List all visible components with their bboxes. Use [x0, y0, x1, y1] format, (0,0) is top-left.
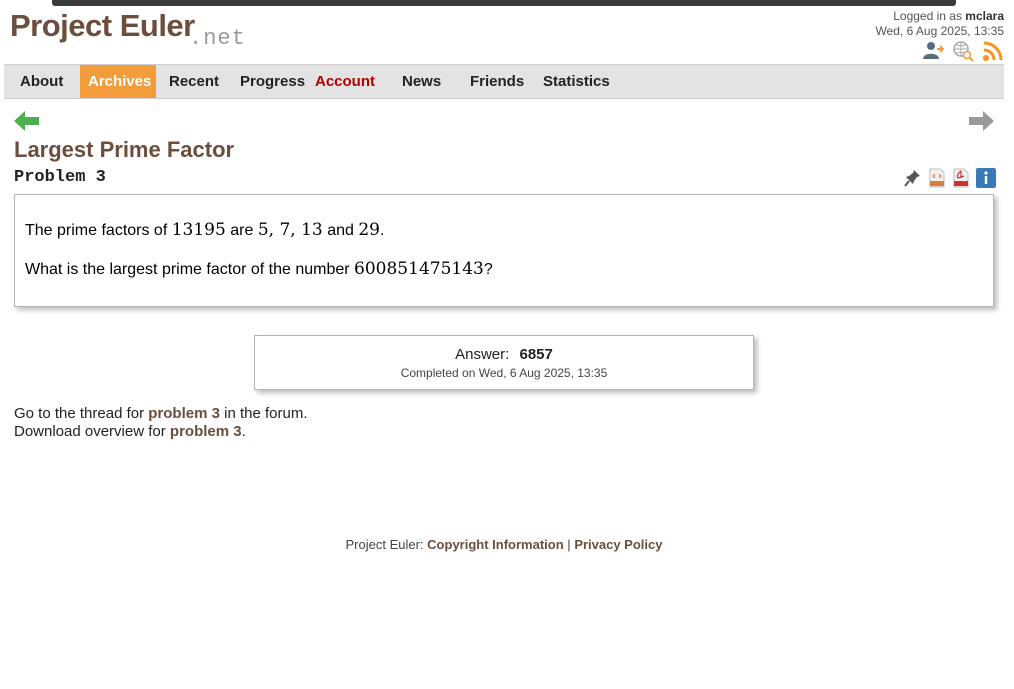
pdf-icon[interactable]	[952, 168, 970, 188]
p1-are: are	[230, 222, 254, 239]
globe-search-icon[interactable]	[952, 40, 974, 62]
nav-progress[interactable]: Progress	[240, 65, 305, 98]
footer-separator: |	[567, 537, 571, 552]
rss-icon[interactable]	[982, 40, 1004, 62]
top-icon-bar	[922, 40, 1004, 62]
previous-arrow-icon[interactable]	[14, 110, 40, 137]
forum-thread-link[interactable]: problem 3	[148, 405, 220, 422]
window-top-bar	[52, 0, 956, 6]
privacy-policy-link[interactable]: Privacy Policy	[574, 537, 662, 552]
footer-prefix: Project Euler:	[345, 537, 424, 552]
p1-last-factor: 29	[358, 220, 380, 240]
download-overview-line: Download overview for problem 3.	[14, 423, 307, 441]
download-overview-link[interactable]: problem 3	[170, 423, 242, 440]
site-logo-net[interactable]: .net	[189, 26, 246, 51]
username: mclara	[965, 9, 1004, 23]
nav-news[interactable]: News	[402, 65, 441, 98]
main-nav: About Archives Recent Progress Account N…	[4, 64, 1004, 99]
logged-in-label: Logged in as	[893, 9, 962, 23]
login-info: Logged in as mclara Wed, 6 Aug 2025, 13:…	[875, 9, 1004, 39]
html-icon[interactable]	[928, 168, 946, 188]
answer-box: Answer: 6857 Completed on Wed, 6 Aug 202…	[254, 335, 754, 390]
nav-about[interactable]: About	[20, 65, 63, 98]
pin-icon[interactable]	[904, 168, 922, 188]
problem-number: Problem 3	[14, 168, 106, 187]
p1-number: 13195	[171, 220, 226, 240]
download-suffix: .	[241, 423, 246, 440]
nav-statistics[interactable]: Statistics	[543, 65, 610, 98]
p1-prefix: The prime factors of	[25, 222, 168, 239]
download-prefix: Download overview for	[14, 423, 166, 440]
problem-paragraph-2: What is the largest prime factor of the …	[25, 258, 983, 281]
info-icon[interactable]	[976, 168, 996, 188]
thread-suffix: in the forum.	[224, 405, 308, 422]
nav-archives[interactable]: Archives	[80, 65, 156, 98]
add-friend-icon[interactable]	[922, 40, 945, 62]
next-arrow-icon[interactable]	[968, 110, 994, 137]
p2-prefix: What is the largest prime factor of the …	[25, 261, 350, 278]
nav-account[interactable]: Account	[315, 65, 375, 98]
problem-statement: The prime factors of 13195 are 5, 7, 13 …	[14, 194, 994, 307]
completed-date: Completed on Wed, 6 Aug 2025, 13:35	[400, 366, 608, 380]
p1-and: and	[327, 222, 354, 239]
forum-thread-line: Go to the thread for problem 3 in the fo…	[14, 405, 307, 423]
answer-line: Answer: 6857	[255, 346, 753, 363]
answer-label: Answer:	[455, 346, 510, 363]
current-datetime: Wed, 6 Aug 2025, 13:35	[875, 24, 1004, 38]
problem-paragraph-1: The prime factors of 13195 are 5, 7, 13 …	[25, 219, 983, 242]
answer-value: 6857	[519, 346, 553, 363]
problem-title: Largest Prime Factor	[14, 137, 235, 162]
p1-factors: 5, 7, 13	[257, 220, 323, 240]
copyright-link[interactable]: Copyright Information	[427, 537, 564, 552]
site-logo[interactable]: Project Euler	[10, 8, 195, 44]
problem-tools	[904, 168, 996, 188]
problem-links: Go to the thread for problem 3 in the fo…	[14, 405, 307, 441]
nav-recent[interactable]: Recent	[169, 65, 219, 98]
footer: Project Euler: Copyright Information | P…	[0, 537, 1008, 552]
nav-friends[interactable]: Friends	[470, 65, 524, 98]
p1-end: .	[380, 222, 385, 239]
p2-end: ?	[483, 261, 493, 278]
p2-number: 600851475143	[354, 259, 484, 279]
thread-prefix: Go to the thread for	[14, 405, 145, 422]
